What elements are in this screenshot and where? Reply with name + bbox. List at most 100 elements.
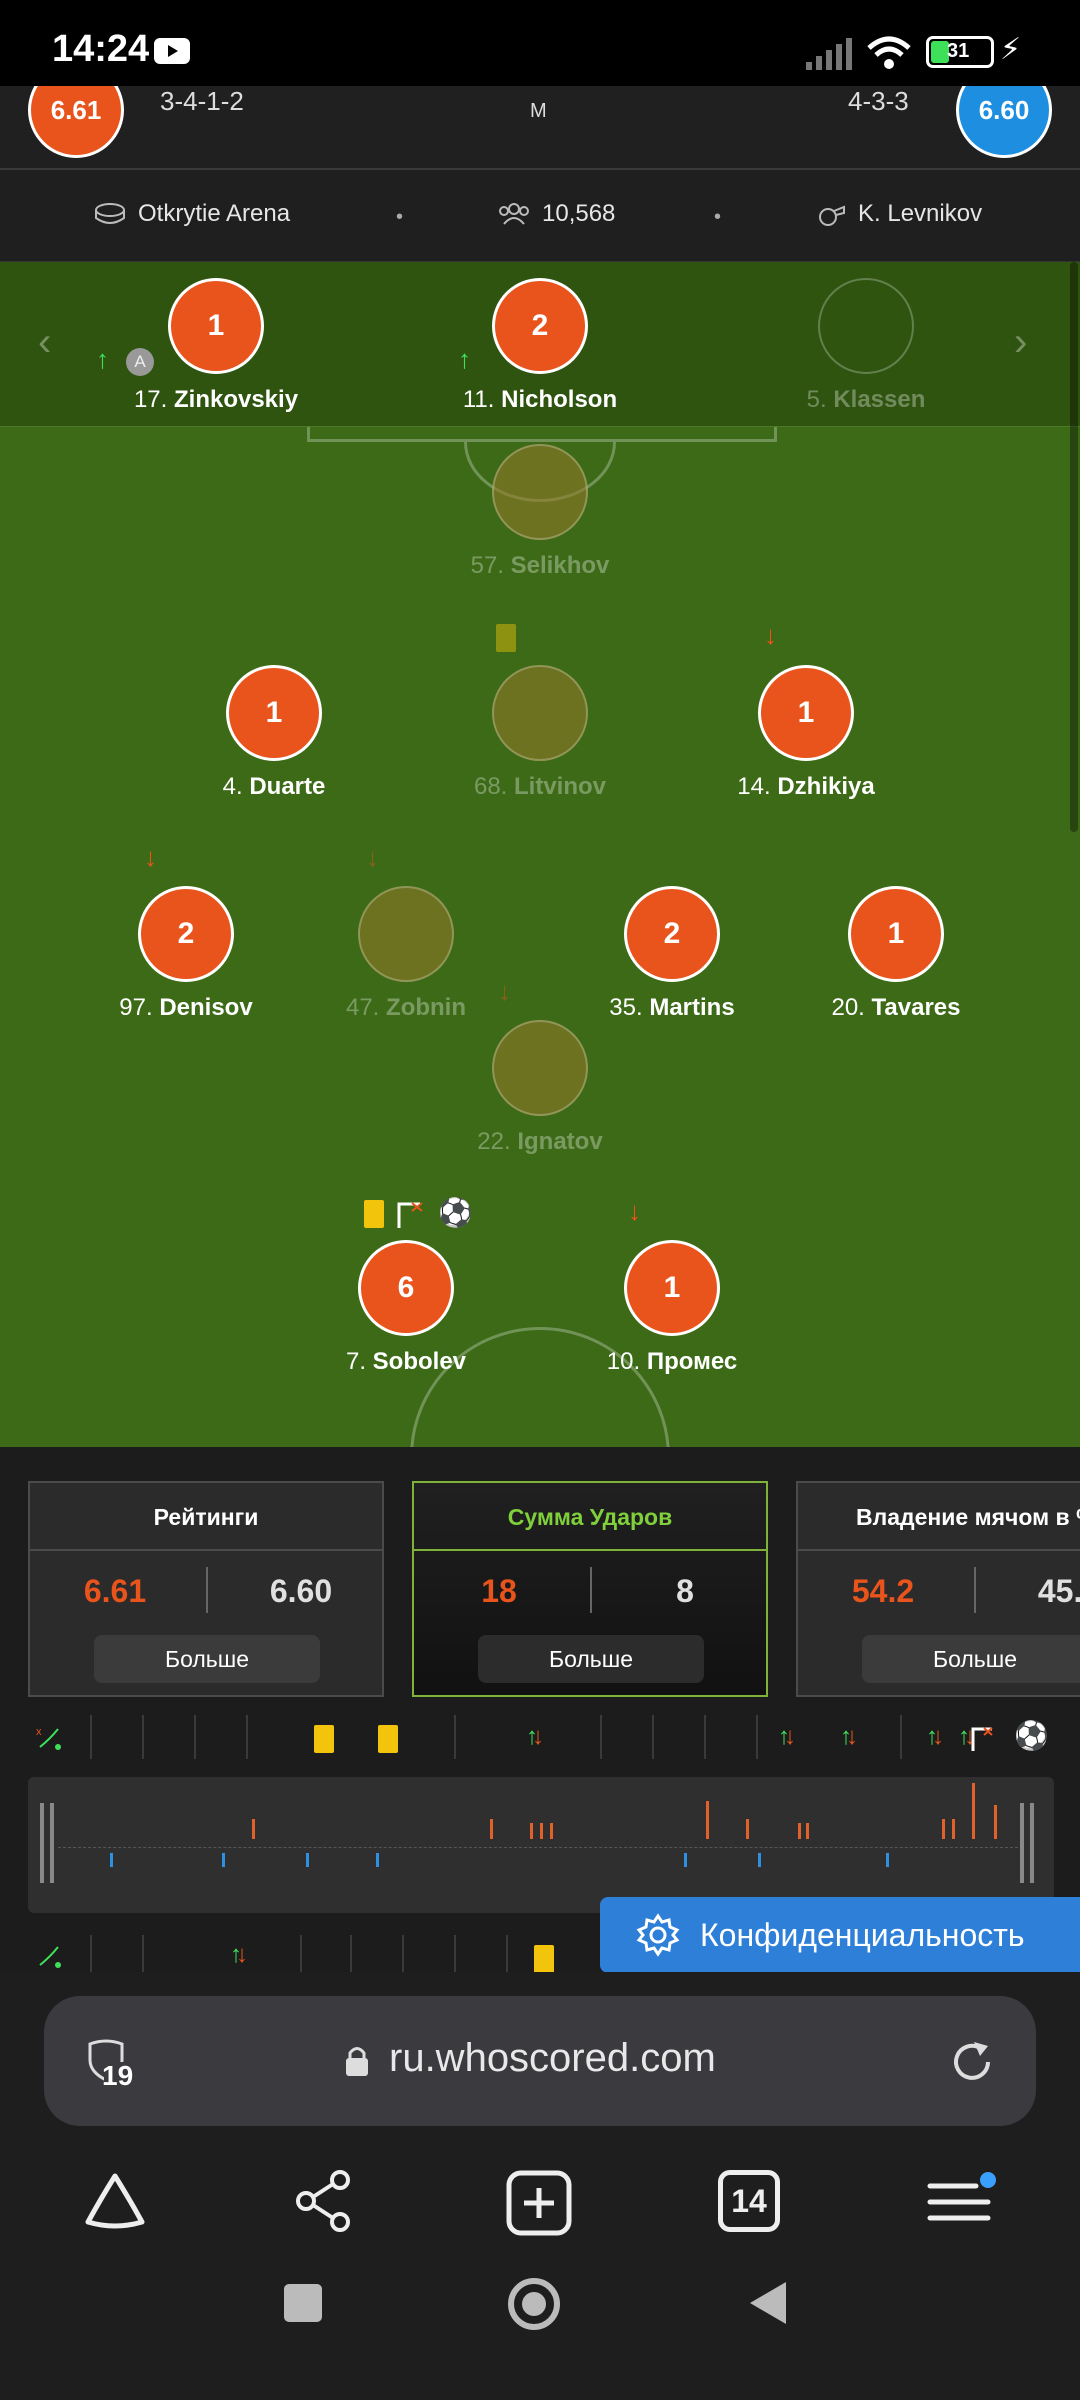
momentum-graph (28, 1777, 1054, 1913)
home-value: 6.61 (83, 1573, 147, 1609)
timeline-tick (506, 1935, 508, 1972)
yellow-card-icon[interactable] (378, 1725, 398, 1753)
sub-player-zinkovskiy[interactable]: 1 17. Zinkovskiy (106, 278, 326, 414)
menu-icon[interactable] (926, 2172, 996, 2232)
chevron-left-icon[interactable]: ‹ (38, 320, 51, 365)
stat-card-ratings[interactable]: Рейтинги 6.61 6.60 Больше (28, 1481, 384, 1697)
home-value: 54.2 (851, 1573, 915, 1609)
home-shot-bar (806, 1823, 809, 1839)
player-litvinov[interactable]: 68. Litvinov (430, 665, 650, 801)
address-bar[interactable]: 19 ru.whoscored.com (44, 1996, 1036, 2126)
home-team-rating: 6.61 (28, 86, 124, 158)
player-name: 11. Nicholson (462, 386, 618, 413)
scrollbar[interactable] (1070, 262, 1078, 832)
signal-icon (806, 38, 852, 70)
stat-card-total-shots[interactable]: Сумма Ударов 18 8 Больше (412, 1481, 768, 1697)
timeline-tick (194, 1715, 196, 1759)
player-name: 35. Martins (609, 994, 735, 1021)
player-martins[interactable]: 2 35. Martins (562, 886, 782, 1022)
player-rating (492, 665, 588, 761)
more-button[interactable]: Больше (862, 1635, 1080, 1683)
home-shot-bar (550, 1823, 553, 1839)
player-name: 47. Zobnin (345, 994, 466, 1021)
graph-handle-left[interactable] (50, 1803, 54, 1883)
match-header: 6.61 3-4-1-2 M 4-3-3 6.60 (0, 86, 1080, 170)
player-duarte[interactable]: 1 4. Duarte (164, 665, 384, 801)
timeline-tick (402, 1935, 404, 1972)
graph-handle-right[interactable] (1030, 1803, 1034, 1883)
charging-icon: ⚡ (1000, 33, 1022, 66)
attendance-info: 10,568 (498, 200, 615, 228)
player-sobolev[interactable]: 6 7. Sobolev (296, 1240, 516, 1376)
player-ignatov[interactable]: 22. Ignatov (430, 1020, 650, 1156)
player-rating: 2 (624, 886, 720, 982)
home-button[interactable] (508, 2278, 560, 2330)
recents-button[interactable] (284, 2284, 322, 2322)
sub-out-icon: ↓ (366, 842, 379, 872)
timeline-tick (600, 1715, 602, 1759)
more-button[interactable]: Больше (478, 1635, 704, 1683)
home-shot-bar (994, 1805, 997, 1839)
battery-icon: 31 (926, 36, 994, 68)
player-promes[interactable]: 1 10. Промес (562, 1240, 782, 1376)
yellow-card-icon[interactable] (534, 1945, 554, 1972)
home-value: 18 (481, 1573, 517, 1609)
sub-player-klassen[interactable]: 5. Klassen (756, 278, 976, 414)
corner-flag-icon[interactable] (970, 1725, 996, 1751)
player-name: 57. Selikhov (470, 552, 610, 579)
back-button[interactable] (746, 2278, 790, 2328)
chevron-right-icon[interactable]: › (1014, 320, 1027, 365)
goal-ball-icon[interactable]: ⚽ (1014, 1719, 1049, 1752)
home-shot-bar (746, 1819, 749, 1839)
player-name: 22. Ignatov (477, 1128, 603, 1155)
home-shot-bar (942, 1819, 945, 1839)
tactics-icon[interactable]: x (36, 1725, 62, 1751)
player-rating (492, 1020, 588, 1116)
stat-card-possession[interactable]: Владение мячом в % 54.2 45.8 Больше (796, 1481, 1080, 1697)
away-team-rating: 6.60 (956, 86, 1052, 158)
player-tavares[interactable]: 1 20. Tavares (786, 886, 1006, 1022)
substitution-icon[interactable]: ↑↓ (230, 1941, 248, 1969)
player-dzhikiya[interactable]: 1 14. Dzhikiya (696, 665, 916, 801)
player-rating (818, 278, 914, 374)
substitution-icon[interactable]: ↑↓ (526, 1723, 544, 1751)
graph-handle-right[interactable] (1020, 1803, 1024, 1883)
substitution-icon[interactable]: ↑↓ (778, 1723, 796, 1751)
substitution-icon[interactable]: ↑↓ (840, 1723, 858, 1751)
away-formation: 4-3-3 (848, 86, 909, 116)
tactics-icon[interactable] (36, 1943, 62, 1969)
sub-out-icon: ↓ (498, 976, 511, 1006)
substitution-icon[interactable]: ↑↓ (926, 1723, 944, 1751)
captain-badge: A (126, 348, 154, 376)
yellow-card-icon[interactable] (314, 1725, 334, 1753)
player-name: 7. Sobolev (345, 1348, 467, 1375)
tabs-button[interactable]: 14 (718, 2170, 780, 2232)
people-icon (499, 203, 529, 225)
player-rating (492, 444, 588, 540)
player-name: 97. Denisov (119, 994, 253, 1021)
graph-handle-left[interactable] (40, 1803, 44, 1883)
more-button[interactable]: Больше (94, 1635, 320, 1683)
substitution-icon[interactable]: ↑↓ (958, 1723, 976, 1751)
player-rating: 1 (758, 665, 854, 761)
player-rating: 2 (138, 886, 234, 982)
reload-icon[interactable] (948, 2038, 996, 2086)
divider (974, 1567, 976, 1613)
add-tab-icon[interactable] (506, 2170, 572, 2236)
player-denisov[interactable]: 2 97. Denisov (76, 886, 296, 1022)
share-icon[interactable] (292, 2170, 358, 2232)
privacy-label: Конфиденциальность (700, 1916, 1025, 1953)
separator-dot: • (714, 206, 722, 228)
timeline-tick (350, 1935, 352, 1972)
tabs-count: 14 (731, 2183, 767, 2219)
player-selikhov[interactable]: 57. Selikhov (430, 444, 650, 580)
shield-counter: 19 (102, 2060, 134, 2091)
gear-icon (636, 1913, 680, 1957)
privacy-button[interactable]: Конфиденциальность (600, 1897, 1080, 1973)
away-shot-bar (758, 1853, 761, 1867)
url-text[interactable]: ru.whoscored.com (389, 2036, 716, 2081)
divider (206, 1567, 208, 1613)
player-zobnin[interactable]: 47. Zobnin (296, 886, 516, 1022)
sub-in-icon: ↑ (458, 344, 471, 374)
home-icon[interactable] (82, 2170, 148, 2232)
